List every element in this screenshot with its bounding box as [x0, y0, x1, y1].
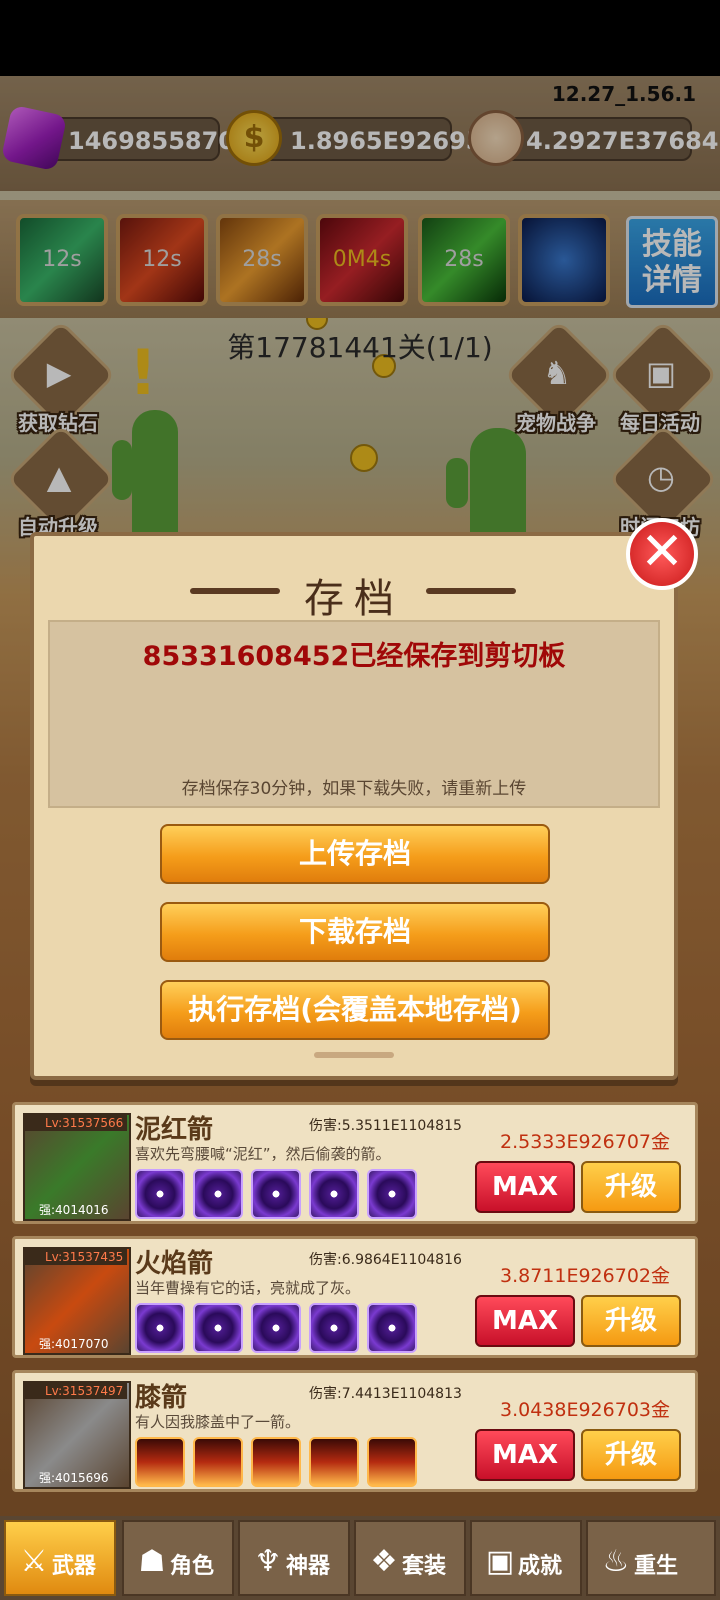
tab-sets[interactable]: ❖ 套装: [354, 1520, 466, 1596]
flame-gem-icon[interactable]: [193, 1437, 243, 1487]
yin-yang-gem-icon[interactable]: [135, 1303, 185, 1353]
upgrade-cost: 2.5333E926707金: [499, 1131, 671, 1153]
execute-save-button[interactable]: 执行存档(会覆盖本地存档): [160, 980, 550, 1040]
tab-character[interactable]: ☗ 角色: [122, 1520, 234, 1596]
arrow-weapon-icon[interactable]: Lv:31537435 强:4017070: [23, 1247, 131, 1355]
weapon-row: Lv:31537435 强:4017070 火焰箭 伤害:6.9864E1104…: [12, 1236, 698, 1358]
upgrade-button[interactable]: 升级: [581, 1161, 681, 1213]
weapon-name: 火焰箭: [135, 1249, 214, 1279]
download-save-button[interactable]: 下载存档: [160, 902, 550, 962]
yin-yang-gem-icon[interactable]: [309, 1303, 359, 1353]
weapon-description: 当年曹操有它的话，亮就成了灰。: [135, 1279, 361, 1297]
tab-label: 角色: [170, 1554, 215, 1579]
max-button[interactable]: MAX: [475, 1161, 575, 1213]
tab-label: 重生: [634, 1554, 679, 1579]
artifact-icon: ♆: [254, 1544, 282, 1579]
rebirth-icon: ♨: [602, 1544, 630, 1579]
yin-yang-gem-icon[interactable]: [251, 1303, 301, 1353]
weapon-row: Lv:31537566 强:4014016 泥红箭 伤害:5.3511E1104…: [12, 1102, 698, 1224]
weapon-level: Lv:31537497: [25, 1383, 127, 1399]
upgrade-cost: 3.8711E926702金: [499, 1265, 671, 1287]
message-box: 85331608452已经保存到剪切板 存档保存30分钟，如果下载失败，请重新上…: [48, 620, 660, 808]
tab-label: 神器: [286, 1554, 331, 1579]
flame-gem-icon[interactable]: [135, 1437, 185, 1487]
weapon-strength: 强:4017070: [39, 1337, 109, 1351]
max-button[interactable]: MAX: [475, 1429, 575, 1481]
tab-rebirth[interactable]: ♨ 重生: [586, 1520, 716, 1596]
weapon-level: Lv:31537566: [25, 1115, 127, 1131]
weapon-description: 喜欢先弯腰喊“泥红”，然后偷袭的箭。: [135, 1145, 391, 1163]
weapon-level: Lv:31537435: [25, 1249, 127, 1265]
helmet-icon: ☗: [138, 1544, 166, 1579]
clipboard-message: 85331608452已经保存到剪切板: [142, 641, 566, 672]
tab-label: 成就: [518, 1554, 563, 1579]
weapon-damage: 伤害:6.9864E1104816: [309, 1252, 462, 1268]
flame-gem-icon[interactable]: [367, 1437, 417, 1487]
flame-gem-icon[interactable]: [309, 1437, 359, 1487]
flame-gem-icon[interactable]: [251, 1437, 301, 1487]
crossed-swords-icon: ⚔: [20, 1544, 48, 1579]
yin-yang-gem-icon[interactable]: [367, 1303, 417, 1353]
upgrade-button[interactable]: 升级: [581, 1295, 681, 1347]
weapon-strength: 强:4015696: [39, 1471, 109, 1485]
upgrade-cost: 3.0438E926703金: [499, 1399, 671, 1421]
yin-yang-gem-icon[interactable]: [367, 1169, 417, 1219]
tab-label: 武器: [52, 1554, 97, 1579]
weapon-description: 有人因我膝盖中了一箭。: [135, 1413, 301, 1431]
yin-yang-gem-icon[interactable]: [193, 1303, 243, 1353]
save-note: 存档保存30分钟，如果下载失败，请重新上传: [181, 779, 527, 799]
weapon-damage: 伤害:5.3511E1104815: [309, 1118, 462, 1134]
tab-weapons[interactable]: ⚔ 武器: [4, 1520, 116, 1596]
weapon-strength: 强:4014016: [39, 1203, 109, 1217]
yin-yang-gem-icon[interactable]: [135, 1169, 185, 1219]
tab-artifacts[interactable]: ♆ 神器: [238, 1520, 350, 1596]
close-icon[interactable]: ✕: [626, 518, 698, 590]
tab-label: 套装: [402, 1554, 447, 1579]
save-dialog: 存档 85331608452已经保存到剪切板 存档保存30分钟，如果下载失败，请…: [30, 532, 678, 1080]
yin-yang-gem-icon[interactable]: [309, 1169, 359, 1219]
upload-save-button[interactable]: 上传存档: [160, 824, 550, 884]
achievement-icon: ▣: [485, 1544, 515, 1579]
tab-achievements[interactable]: ▣ 成就: [470, 1520, 582, 1596]
upgrade-button[interactable]: 升级: [581, 1429, 681, 1481]
arrow-weapon-icon[interactable]: Lv:31537566 强:4014016: [23, 1113, 131, 1221]
arrow-weapon-icon[interactable]: Lv:31537497 强:4015696: [23, 1381, 131, 1489]
dialog-title: 存档: [304, 576, 404, 622]
yin-yang-gem-icon[interactable]: [251, 1169, 301, 1219]
weapon-name: 泥红箭: [135, 1115, 214, 1145]
yin-yang-gem-icon[interactable]: [193, 1169, 243, 1219]
armor-set-icon: ❖: [370, 1544, 398, 1579]
weapon-name: 膝箭: [135, 1383, 188, 1413]
weapon-damage: 伤害:7.4413E1104813: [309, 1386, 462, 1402]
max-button[interactable]: MAX: [475, 1295, 575, 1347]
weapon-row: Lv:31537497 强:4015696 膝箭 伤害:7.4413E11048…: [12, 1370, 698, 1492]
bottom-ornament: [314, 1052, 394, 1058]
